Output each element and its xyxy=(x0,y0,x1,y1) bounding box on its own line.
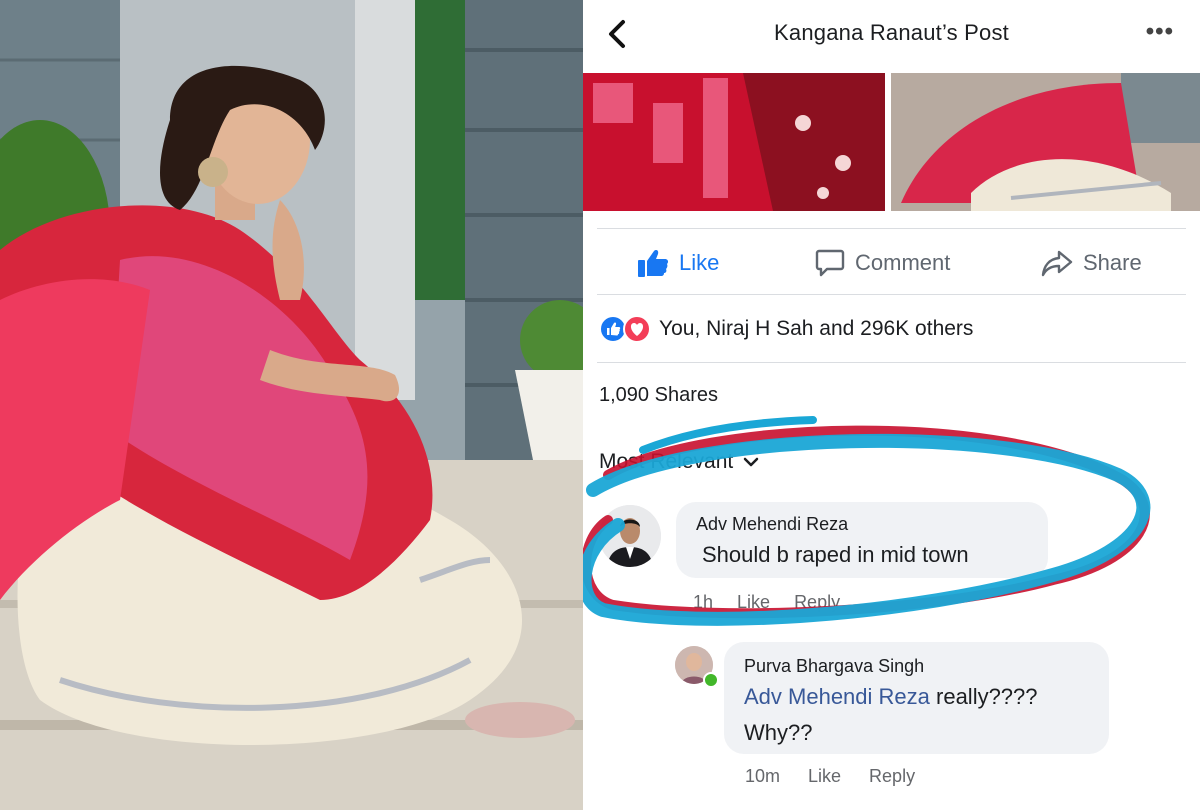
share-button[interactable]: Share xyxy=(1041,246,1142,280)
like-button[interactable]: Like xyxy=(637,246,719,280)
comment-reply-button[interactable]: Reply xyxy=(794,592,840,613)
page-title: Kangana Ranaut’s Post xyxy=(774,20,1009,45)
reply-timestamp: 10m xyxy=(745,766,781,786)
reply-reply-button[interactable]: Reply xyxy=(869,766,915,787)
mention-link[interactable]: Adv Mehendi Reza xyxy=(744,684,930,709)
like-label: Like xyxy=(679,250,720,275)
comment-label: Comment xyxy=(855,250,951,275)
reply-author[interactable]: Purva Bhargava Singh xyxy=(744,656,924,677)
divider-top xyxy=(597,228,1186,229)
reaction-icons xyxy=(599,315,653,343)
reply-text-line1: Adv Mehendi Reza really???? xyxy=(744,684,1038,710)
divider-actions xyxy=(597,294,1186,295)
more-options-button[interactable]: ••• xyxy=(1146,18,1174,46)
comment-meta: 1h Like Reply xyxy=(693,592,840,613)
post-action-bar: Like Comment Share xyxy=(583,232,1200,292)
share-label: Share xyxy=(1083,250,1142,275)
facebook-post-view: Kangana Ranaut’s Post ••• Like Comment S… xyxy=(583,0,1200,810)
chevron-down-icon xyxy=(743,457,759,467)
comment-sort-dropdown[interactable]: Most Relevant xyxy=(599,450,759,474)
divider-reactions xyxy=(597,362,1186,363)
outfit-image xyxy=(891,73,1200,211)
reply-text-line2: Why?? xyxy=(744,720,813,745)
online-status-indicator xyxy=(703,672,719,688)
comment-bubble: Adv Mehendi Reza Should b raped in mid t… xyxy=(676,502,1048,578)
thumbs-up-icon xyxy=(638,250,669,277)
post-photo xyxy=(0,0,583,810)
comment-text: Should b raped in mid town xyxy=(702,542,969,567)
reply-like-button[interactable]: Like xyxy=(808,766,841,787)
photo-illustration xyxy=(0,0,583,810)
reply-meta: 10m Like Reply xyxy=(745,766,915,787)
shares-count[interactable]: 1,090 Shares xyxy=(599,384,718,407)
avatar[interactable] xyxy=(599,505,661,567)
reaction-badges xyxy=(599,315,651,343)
comment-timestamp: 1h xyxy=(693,592,714,612)
top-bar: Kangana Ranaut’s Post ••• xyxy=(583,0,1200,70)
comment-icon xyxy=(815,249,845,277)
reply-bubble: Purva Bhargava Singh Adv Mehendi Reza re… xyxy=(724,642,1109,754)
comment-sort-label: Most Relevant xyxy=(599,450,734,473)
share-arrow-icon xyxy=(1041,250,1073,277)
commenter-avatar-image xyxy=(599,505,661,567)
comment-author[interactable]: Adv Mehendi Reza xyxy=(696,514,848,535)
reactions-text: You, Niraj H Sah and 296K others xyxy=(659,317,974,340)
reply-text: really???? xyxy=(929,684,1038,709)
post-image-2[interactable] xyxy=(891,73,1200,211)
comment-like-button[interactable]: Like xyxy=(737,592,770,613)
reactions-summary[interactable]: You, Niraj H Sah and 296K others xyxy=(599,314,973,344)
comment-button[interactable]: Comment xyxy=(815,246,950,280)
post-images xyxy=(583,73,1200,211)
fabric-image xyxy=(583,73,885,211)
post-image-1[interactable] xyxy=(583,73,885,211)
